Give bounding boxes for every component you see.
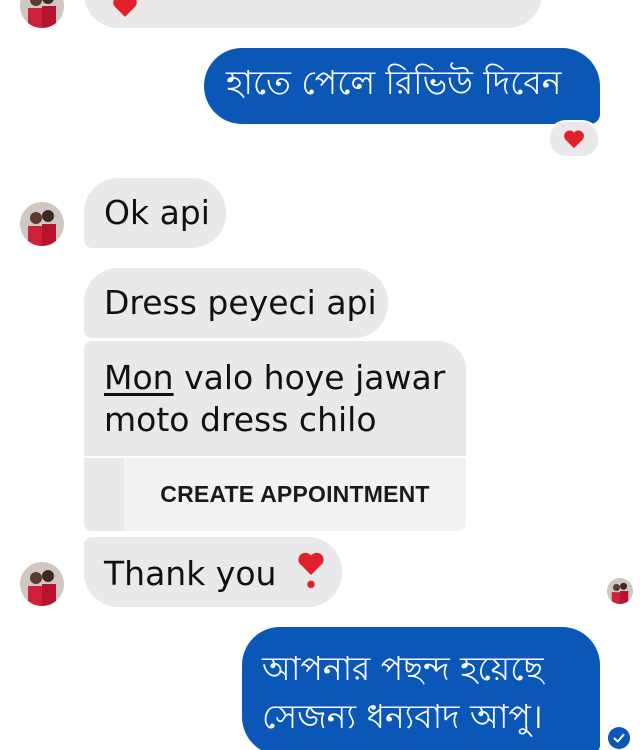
message-bubble-incoming-thanks[interactable]: Thank you [84, 537, 342, 607]
contact-avatar[interactable] [20, 0, 64, 28]
read-receipt-avatar [607, 578, 633, 604]
underlined-word: Mon [104, 358, 174, 397]
card-message-text: Mon valo hoye jawar moto dress chilo [84, 341, 466, 441]
message-text-line2: সেজন্য ধন্যবাদ আপু। [262, 697, 543, 736]
message-text: হাতে পেলে রিভিউ দিবেন [226, 63, 562, 102]
message-card-with-action[interactable]: Mon valo hoye jawar moto dress chilo CRE… [84, 341, 466, 531]
create-appointment-button[interactable]: CREATE APPOINTMENT [124, 458, 466, 531]
message-bubble-incoming-ok[interactable]: Ok api [84, 178, 226, 248]
card-line1-text: valo hoye jawar [173, 358, 446, 397]
message-reaction[interactable] [548, 120, 600, 158]
card-line2-text: moto dress chilo [104, 400, 377, 439]
card-action-gutter [84, 458, 124, 531]
message-bubble-incoming-partial[interactable] [84, 0, 542, 28]
message-text-line1: আপনার পছন্দ হয়েছে [262, 649, 544, 688]
message-text: Ok api [104, 193, 210, 232]
message-text: Dress peyeci api [104, 283, 377, 322]
message-bubble-outgoing-review[interactable]: হাতে পেলে রিভিউ দিবেন [204, 48, 600, 124]
red-heart-icon [564, 130, 584, 149]
seen-check-icon [608, 727, 630, 749]
message-bubble-incoming-dress[interactable]: Dress peyeci api [84, 268, 388, 338]
message-text: Thank you [104, 554, 277, 593]
message-bubble-outgoing-thanks[interactable]: আপনার পছন্দ হয়েছে সেজন্য ধন্যবাদ আপু। [242, 627, 600, 750]
contact-avatar[interactable] [20, 202, 64, 246]
contact-avatar[interactable] [20, 562, 64, 606]
create-appointment-label: CREATE APPOINTMENT [160, 481, 430, 507]
red-heart-icon [113, 0, 137, 17]
heavy-heart-exclamation-icon [298, 552, 324, 589]
